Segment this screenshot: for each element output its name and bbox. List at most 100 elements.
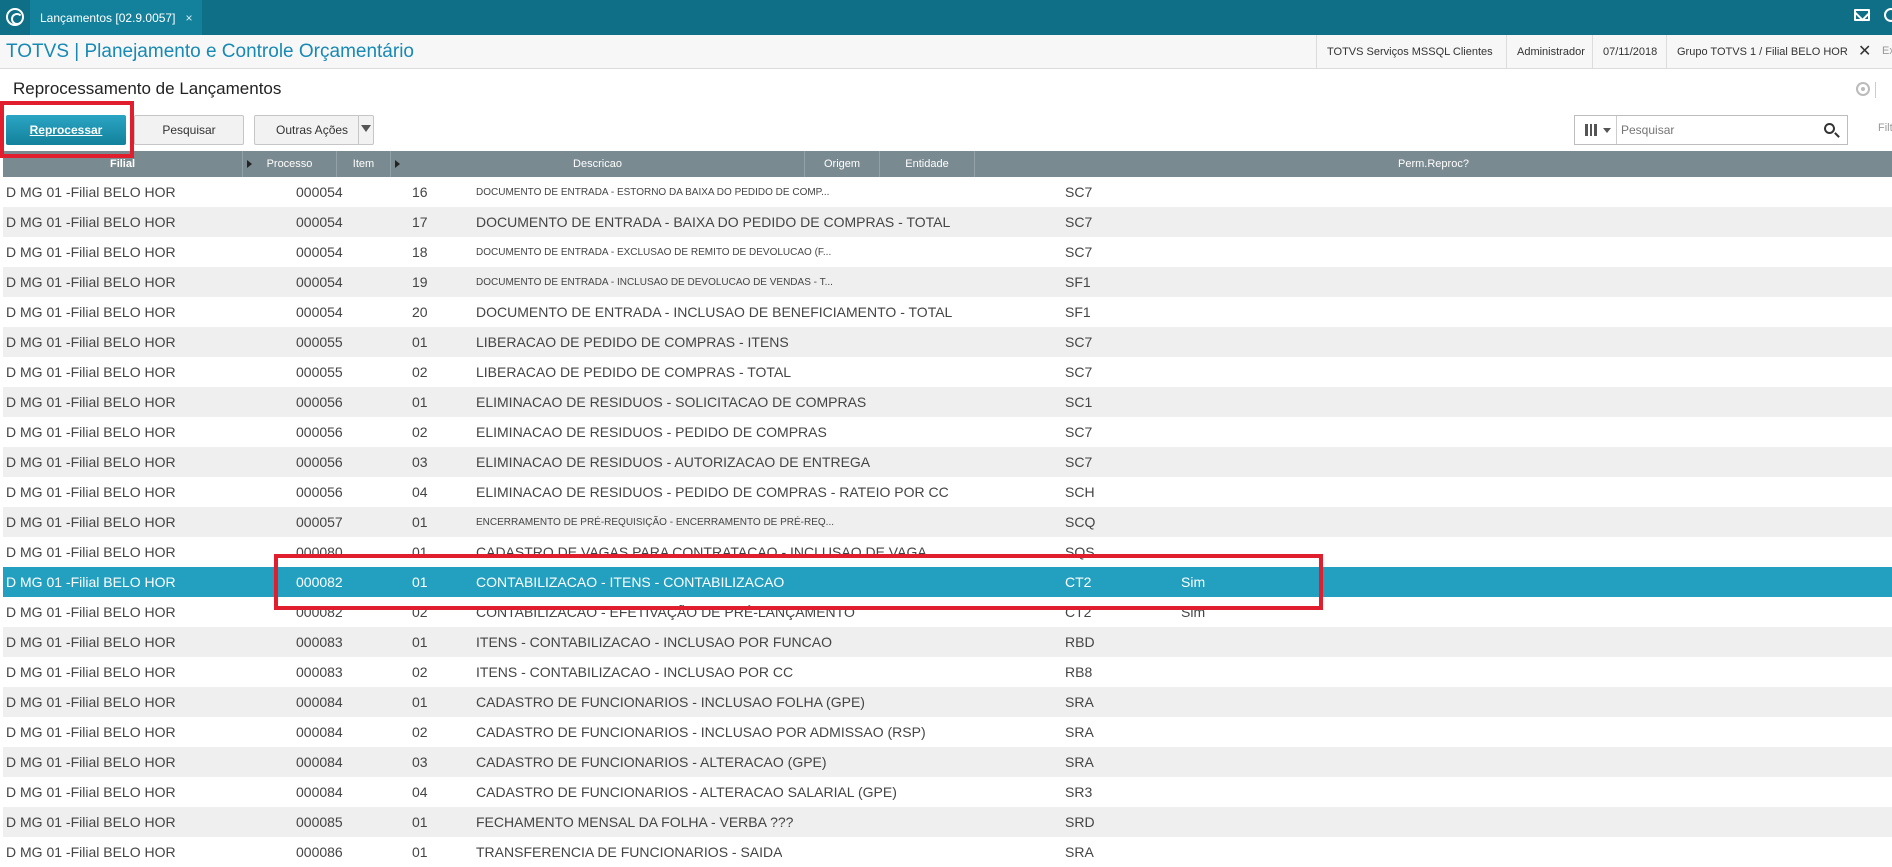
cell-item: 19 xyxy=(412,274,428,290)
column-selector[interactable] xyxy=(1575,116,1617,144)
cell-descricao: ITENS - CONTABILIZACAO - INCLUSAO POR FU… xyxy=(476,634,833,650)
cell-descricao: ELIMINACAO DE RESIDUOS - AUTORIZACAO DE … xyxy=(476,454,871,470)
cell-filial: D MG 01 -Filial BELO HOR xyxy=(6,484,176,500)
column-header-descricao[interactable]: Descricao xyxy=(391,151,805,177)
close-icon[interactable]: ✕ xyxy=(1858,41,1871,61)
cell-processo: 000055 xyxy=(296,364,343,380)
cell-descricao: CADASTRO DE FUNCIONARIOS - INCLUSAO FOLH… xyxy=(476,694,865,710)
more-actions-button[interactable]: Outras Ações xyxy=(254,115,374,145)
cell-item: 17 xyxy=(412,214,428,230)
highlight-box xyxy=(0,101,134,158)
cell-filial: D MG 01 -Filial BELO HOR xyxy=(6,754,176,770)
cell-processo: 000084 xyxy=(296,784,343,800)
cell-descricao: DOCUMENTO DE ENTRADA - EXCLUSAO DE REMIT… xyxy=(476,246,832,258)
cell-filial: D MG 01 -Filial BELO HOR xyxy=(6,664,176,680)
divider xyxy=(358,116,359,144)
cell-processo: 000054 xyxy=(296,304,343,320)
grid-body: D MG 01 -Filial BELO HOR 000054 16 DOCUMENT… xyxy=(3,177,1892,867)
column-header-processo[interactable]: Processo xyxy=(243,151,337,177)
cell-descricao: DOCUMENTO DE ENTRADA - BAIXA DO PEDIDO D… xyxy=(476,214,951,230)
date-label[interactable]: 07/11/2018 xyxy=(1592,35,1667,69)
cell-item: 01 xyxy=(412,334,428,350)
tab-title: Lançamentos [02.9.0057] xyxy=(40,10,176,25)
table-row[interactable]: D MG 01 -Filial BELO HOR 000054 19 DOCUMENT… xyxy=(3,267,1892,297)
cell-filial: D MG 01 -Filial BELO HOR xyxy=(6,394,176,410)
cell-descricao: ELIMINACAO DE RESIDUOS - PEDIDO DE COMPR… xyxy=(476,424,827,440)
cell-entidade: SC7 xyxy=(1065,334,1093,350)
company-label[interactable]: Grupo TOTVS 1 / Filial BELO HOR xyxy=(1666,35,1858,69)
cell-item: 01 xyxy=(412,394,428,410)
table-row[interactable]: D MG 01 -Filial BELO HOR 000056 04 ELIMINAC… xyxy=(3,477,1892,507)
chevron-down-icon[interactable] xyxy=(361,125,371,132)
cell-entidade: SRA xyxy=(1065,844,1094,860)
table-row[interactable]: D MG 01 -Filial BELO HOR 000083 01 ITENS - … xyxy=(3,627,1892,657)
table-row[interactable]: D MG 01 -Filial BELO HOR 000054 20 DOCUMENT… xyxy=(3,297,1892,327)
cell-processo: 000054 xyxy=(296,214,343,230)
cell-processo: 000055 xyxy=(296,334,343,350)
highlight-box xyxy=(274,554,1323,610)
cell-descricao: ITENS - CONTABILIZACAO - INCLUSAO POR CC xyxy=(476,664,794,680)
cell-filial: D MG 01 -Filial BELO HOR xyxy=(6,334,176,350)
cell-item: 20 xyxy=(412,304,428,320)
table-row[interactable]: D MG 01 -Filial BELO HOR 000054 17 DOCUMENT… xyxy=(3,207,1892,237)
column-header-perm-reproc[interactable]: Perm.Reproc? xyxy=(975,151,1892,177)
cell-processo: 000085 xyxy=(296,814,343,830)
cell-entidade: RBD xyxy=(1065,634,1095,650)
cell-entidade: SF1 xyxy=(1065,274,1091,290)
cell-filial: D MG 01 -Filial BELO HOR xyxy=(6,724,176,740)
cell-filial: D MG 01 -Filial BELO HOR xyxy=(6,844,176,860)
cell-item: 16 xyxy=(412,184,428,200)
table-row[interactable]: D MG 01 -Filial BELO HOR 000056 01 ELIMINAC… xyxy=(3,387,1892,417)
expand-icon[interactable] xyxy=(395,160,400,168)
table-row[interactable]: D MG 01 -Filial BELO HOR 000055 01 LIBERACA… xyxy=(3,327,1892,357)
data-grid: Filial Processo Item Descricao Origem En… xyxy=(3,151,1892,867)
cell-descricao: CADASTRO DE FUNCIONARIOS - ALTERACAO (GP… xyxy=(476,754,827,770)
cell-entidade: SRA xyxy=(1065,724,1094,740)
cell-entidade: SC7 xyxy=(1065,244,1093,260)
cell-item: 01 xyxy=(412,844,428,860)
gear-icon[interactable] xyxy=(1856,82,1870,96)
cell-filial: D MG 01 -Filial BELO HOR xyxy=(6,274,176,290)
filter-label[interactable]: Filt xyxy=(1878,122,1892,134)
environment-label[interactable]: TOTVS Serviços MSSQL Clientes xyxy=(1316,35,1503,69)
search-button[interactable]: Pesquisar xyxy=(134,115,244,145)
column-header-item[interactable]: Item xyxy=(337,151,391,177)
search-button-label: Pesquisar xyxy=(162,123,216,137)
column-header-origem[interactable]: Origem xyxy=(805,151,880,177)
cell-processo: 000083 xyxy=(296,664,343,680)
cell-processo: 000057 xyxy=(296,514,343,530)
chevron-down-icon xyxy=(1603,128,1611,133)
table-row[interactable]: D MG 01 -Filial BELO HOR 000085 01 FECHAMEN… xyxy=(3,807,1892,837)
cell-processo: 000054 xyxy=(296,274,343,290)
table-row[interactable]: D MG 01 -Filial BELO HOR 000086 01 TRANSFER… xyxy=(3,837,1892,867)
cell-descricao: CADASTRO DE FUNCIONARIOS - ALTERACAO SAL… xyxy=(476,784,897,800)
user-menu-icon[interactable] xyxy=(1884,8,1892,22)
mail-icon[interactable] xyxy=(1854,9,1870,21)
table-row[interactable]: D MG 01 -Filial BELO HOR 000084 01 CADASTRO… xyxy=(3,687,1892,717)
cell-filial: D MG 01 -Filial BELO HOR xyxy=(6,214,176,230)
table-row[interactable]: D MG 01 -Filial BELO HOR 000084 03 CADASTRO… xyxy=(3,747,1892,777)
table-row[interactable]: D MG 01 -Filial BELO HOR 000057 01 ENCERRAM… xyxy=(3,507,1892,537)
cell-item: 01 xyxy=(412,814,428,830)
table-row[interactable]: D MG 01 -Filial BELO HOR 000084 04 CADASTRO… xyxy=(3,777,1892,807)
table-row[interactable]: D MG 01 -Filial BELO HOR 000056 02 ELIMINAC… xyxy=(3,417,1892,447)
tab-close-icon[interactable]: × xyxy=(185,11,192,25)
table-row[interactable]: D MG 01 -Filial BELO HOR 000083 02 ITENS - … xyxy=(3,657,1892,687)
table-row[interactable]: D MG 01 -Filial BELO HOR 000055 02 LIBERACA… xyxy=(3,357,1892,387)
cell-descricao: TRANSFERENCIA DE FUNCIONARIOS - SAIDA xyxy=(476,844,783,860)
column-header-entidade[interactable]: Entidade xyxy=(880,151,975,177)
cell-descricao: ELIMINACAO DE RESIDUOS - PEDIDO DE COMPR… xyxy=(476,484,949,500)
search-input[interactable] xyxy=(1621,119,1811,141)
top-bar: Lançamentos [02.9.0057] × xyxy=(0,0,1892,35)
search-icon[interactable] xyxy=(1824,123,1835,134)
grid-header: Filial Processo Item Descricao Origem En… xyxy=(3,151,1892,177)
totvs-logo-icon[interactable] xyxy=(6,8,24,26)
exit-label[interactable]: Ex xyxy=(1882,45,1892,57)
table-row[interactable]: D MG 01 -Filial BELO HOR 000054 18 DOCUMENT… xyxy=(3,237,1892,267)
expand-icon[interactable] xyxy=(247,160,252,168)
user-label[interactable]: Administrador xyxy=(1506,35,1595,69)
table-row[interactable]: D MG 01 -Filial BELO HOR 000084 02 CADASTRO… xyxy=(3,717,1892,747)
table-row[interactable]: D MG 01 -Filial BELO HOR 000056 03 ELIMINAC… xyxy=(3,447,1892,477)
table-row[interactable]: D MG 01 -Filial BELO HOR 000054 16 DOCUMENT… xyxy=(3,177,1892,207)
tab-lancamentos[interactable]: Lançamentos [02.9.0057] × xyxy=(30,0,203,35)
